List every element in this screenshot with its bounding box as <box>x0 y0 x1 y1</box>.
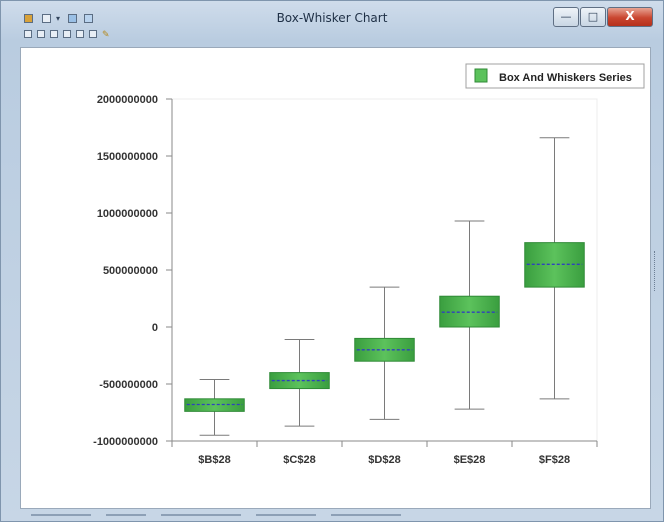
status-bar <box>21 512 651 518</box>
zoom-out-icon[interactable] <box>37 30 45 38</box>
y-tick-label: 2000000000 <box>97 94 158 106</box>
x-tick-label: $C$28 <box>283 454 315 466</box>
title-bar[interactable]: Box-Whisker Chart ▾ ✎ — □ X <box>1 1 663 45</box>
y-tick-label: 500000000 <box>103 265 158 277</box>
maximize-button[interactable]: □ <box>580 7 606 27</box>
y-tick-label: 1500000000 <box>97 151 158 163</box>
print-icon[interactable] <box>42 14 51 23</box>
legend-icon[interactable] <box>76 30 84 38</box>
legend-swatch <box>474 68 488 83</box>
x-tick-label: $D$28 <box>368 454 400 466</box>
minimize-button[interactable]: — <box>553 7 579 27</box>
legend-label: Box And Whiskers Series <box>499 72 632 84</box>
save-icon[interactable] <box>24 14 33 23</box>
y-tick-label: -1000000000 <box>93 436 158 448</box>
x-tick-label: $E$28 <box>454 454 486 466</box>
box-whisker-chart: 2000000000 1500000000 1000000000 500000000 0… <box>93 63 645 466</box>
x-tick-label: $B$28 <box>198 454 230 466</box>
dropdown-icon[interactable]: ▾ <box>56 14 65 23</box>
y-tick-label: 1000000000 <box>97 208 158 220</box>
grid-icon[interactable] <box>63 30 71 38</box>
settings-icon[interactable] <box>89 30 97 38</box>
properties-icon[interactable]: ✎ <box>102 30 110 39</box>
export-icon[interactable] <box>84 14 93 23</box>
resize-grip[interactable] <box>654 251 660 291</box>
chart-window: Box-Whisker Chart ▾ ✎ — □ X 2000000000 15… <box>0 0 664 522</box>
pan-icon[interactable] <box>50 30 58 38</box>
zoom-in-icon[interactable] <box>24 30 32 38</box>
chart-area: 2000000000 1500000000 1000000000 500000000 0… <box>20 47 651 509</box>
y-tick-label: -500000000 <box>99 379 158 391</box>
close-button[interactable]: X <box>607 7 653 27</box>
x-tick-label: $F$28 <box>539 454 570 466</box>
y-tick-label: 0 <box>152 322 158 334</box>
copy-icon[interactable] <box>68 14 77 23</box>
